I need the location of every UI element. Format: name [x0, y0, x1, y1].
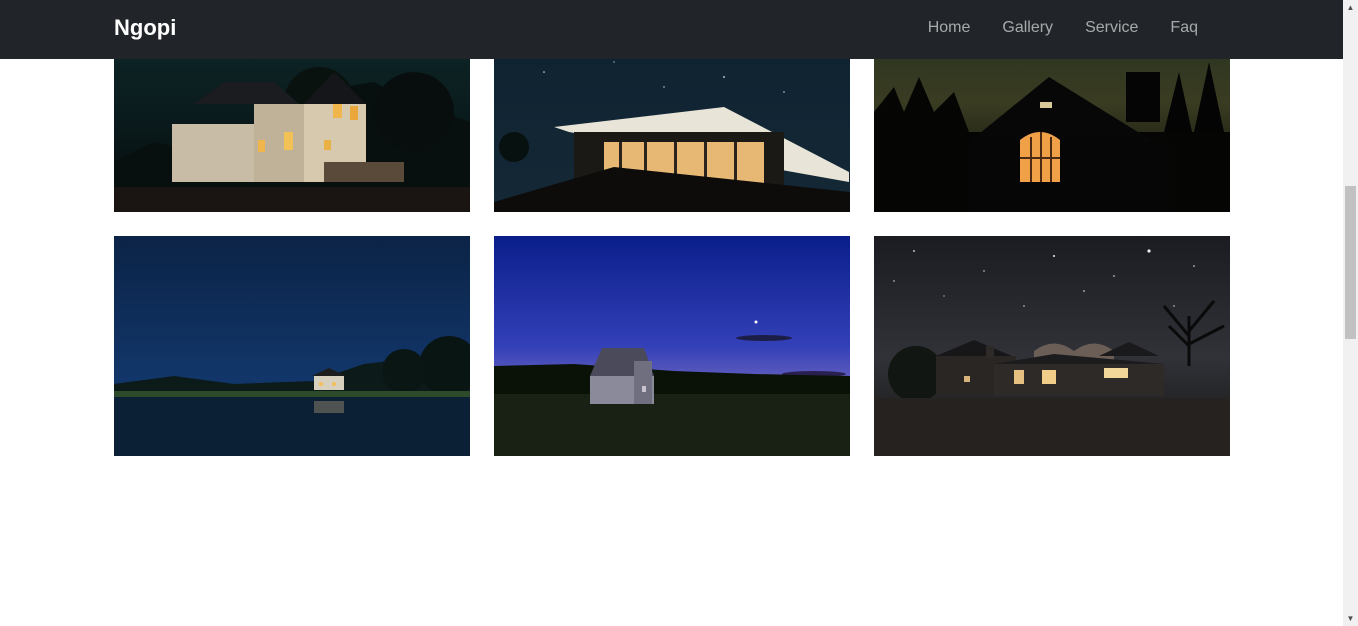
gallery-image-4: [114, 236, 470, 456]
gallery-image-6: [874, 236, 1230, 456]
nav-link-service[interactable]: Service: [1069, 17, 1154, 39]
brand-logo[interactable]: Ngopi: [114, 14, 176, 42]
gallery-section: [114, 0, 1230, 456]
gallery-grid: [114, 0, 1230, 456]
vertical-scrollbar[interactable]: ▲ ▼: [1343, 0, 1358, 626]
navbar: Ngopi Home Gallery Service Faq: [0, 0, 1343, 59]
gallery-image-5: [494, 236, 850, 456]
gallery-image[interactable]: [874, 236, 1230, 456]
gallery-image[interactable]: [494, 236, 850, 456]
scroll-thumb[interactable]: [1345, 186, 1356, 339]
scroll-down-arrow-icon[interactable]: ▼: [1343, 611, 1358, 626]
gallery-image[interactable]: [114, 236, 470, 456]
scroll-up-arrow-icon[interactable]: ▲: [1343, 0, 1358, 15]
nav-link-faq[interactable]: Faq: [1154, 17, 1214, 39]
nav-links: Home Gallery Service Faq: [912, 17, 1214, 39]
page-viewport: Ngopi Home Gallery Service Faq: [0, 0, 1343, 626]
nav-link-home[interactable]: Home: [912, 17, 987, 39]
nav-link-gallery[interactable]: Gallery: [986, 17, 1069, 39]
